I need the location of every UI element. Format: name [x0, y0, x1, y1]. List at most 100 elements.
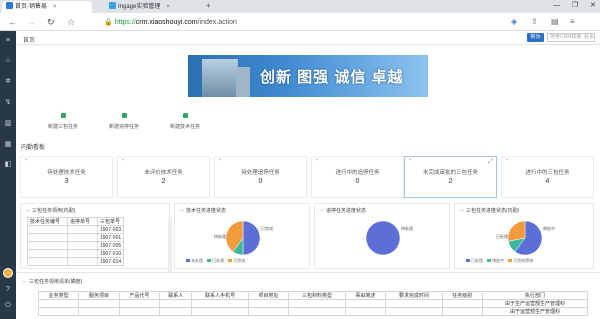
kpi-card[interactable]: “ ⤢ 未完成审批的三包任务 2: [404, 156, 497, 198]
warranty-progress-chart-panel: — 三包任务进度状态(内勤) 已处理 审批中 已处理 审批中 已完成等待: [454, 203, 594, 269]
quick-action-new-tech[interactable]: 新建技术任务: [155, 113, 215, 130]
kpi-card[interactable]: “ 待处理追停任务 0: [214, 156, 307, 198]
help-icon[interactable]: ?: [4, 286, 12, 293]
quick-action-label: 新建追停任务: [108, 124, 139, 130]
reload-icon[interactable]: ↻: [47, 16, 55, 28]
table-row[interactable]: 1907-003: [27, 225, 125, 234]
pie-label: 待处理: [214, 233, 226, 239]
table-row[interactable]: 1907-001: [27, 233, 125, 242]
quote-icon: “: [122, 159, 124, 165]
new-tab-button[interactable]: +: [206, 1, 211, 10]
pie-slice[interactable]: [507, 220, 526, 242]
column-header[interactable]: 任务级别: [441, 291, 483, 300]
url-scheme: https://: [114, 19, 136, 26]
panel-title: — 技术任务进度状态: [179, 208, 227, 214]
quick-action-new-warranty[interactable]: 新建三包任务: [33, 113, 93, 130]
table-row[interactable]: 1907-014: [27, 257, 125, 266]
quick-action-new-chase[interactable]: 新建追停任务: [94, 113, 154, 130]
quote-icon: “: [506, 159, 508, 165]
close-window-icon[interactable]: ✕: [590, 0, 596, 12]
url-path: /index.action: [197, 19, 237, 26]
pie-slice[interactable]: [365, 220, 401, 256]
report-icon[interactable]: ▦: [4, 141, 12, 148]
banner-building-image: [202, 59, 238, 97]
quote-icon: “: [219, 159, 221, 165]
tech-progress-pie: 待处理 已完成: [214, 220, 273, 256]
search-input[interactable]: 搜索CRM数据, 联系人: [547, 33, 595, 42]
back-icon[interactable]: ←: [8, 16, 17, 28]
table-row[interactable]: 1907-005: [27, 241, 125, 250]
minimize-icon[interactable]: —: [553, 0, 560, 12]
quote-icon: “: [25, 159, 27, 165]
table-row[interactable]: 1907-010: [27, 249, 125, 258]
share-icon[interactable]: ⇪: [531, 17, 538, 26]
close-tab-icon[interactable]: ×: [166, 4, 170, 10]
bookmark-star-icon[interactable]: ☆: [67, 16, 75, 28]
chart-legend: 未处理 已处理 已完成: [183, 258, 245, 264]
kpi-card[interactable]: “ 进行中的追停任务 0: [311, 156, 404, 198]
pie-slice[interactable]: [242, 220, 261, 256]
pie-label: 待处理: [401, 225, 413, 231]
banner-building-image: [236, 67, 250, 97]
scrollbar[interactable]: [168, 217, 172, 275]
column-header[interactable]: 联系人手机号: [191, 291, 249, 300]
url-host: crm.xiaoshouyi.com: [135, 19, 198, 26]
breadcrumb[interactable]: 首页: [23, 35, 35, 44]
power-icon[interactable]: ⏻: [4, 302, 12, 309]
site-favicon-icon: [6, 2, 13, 9]
column-header[interactable]: 三包单号: [96, 217, 125, 226]
column-header[interactable]: 执行部门: [481, 291, 589, 300]
warranty-task-table: 业务类型 服务项目 产品代号 联系人 联系人手机号 项目地址 三包材料类型 事由…: [37, 291, 589, 316]
kpi-label: 未完成审批的三包任务: [422, 170, 478, 176]
kpi-value: 2: [448, 178, 453, 185]
warranty-progress-pie: 已处理 审批中: [496, 220, 555, 256]
warranty-task-list-panel: — 三包任务领用清单(确度) 业务类型 服务项目 产品代号 联系人 联系人手机号 …: [16, 272, 600, 319]
address-bar: ← → ↻ ☆ 🔒 https://crm.xiaoshouyi.com/inde…: [0, 13, 600, 31]
quote-icon: “: [316, 159, 318, 165]
timeline-icon[interactable]: ↯: [4, 99, 12, 106]
app-icon[interactable]: ◧: [4, 161, 12, 168]
shield-icon[interactable]: ◈: [511, 17, 517, 26]
company-banner: 创新 图强 诚信 卓越: [188, 55, 428, 97]
forward-icon[interactable]: →: [27, 16, 36, 28]
column-header[interactable]: 三包材料类型: [288, 291, 346, 300]
close-tab-icon[interactable]: ×: [53, 4, 57, 10]
avatar[interactable]: [3, 268, 13, 278]
column-header[interactable]: 项目地址: [247, 291, 290, 300]
panel-title: — 三包任务领用(内勤): [25, 208, 76, 214]
kpi-value: 0: [355, 178, 360, 185]
expand-icon[interactable]: ⤢: [488, 159, 493, 166]
chase-progress-chart-panel: — 追停任务进度状态 待处理: [314, 203, 450, 269]
menu-icon[interactable]: ≡: [570, 17, 575, 26]
panel-title: — 三包任务领用清单(确度): [22, 279, 83, 285]
site-favicon-icon: [109, 2, 116, 9]
column-header[interactable]: 追停单号: [67, 217, 98, 226]
tab-ingage[interactable]: Ingage实验管理 ×: [105, 1, 200, 13]
tech-task-panel: — 三包任务领用(内勤) 技术任务编号 追停单号 三包单号 1907-003 19…: [20, 203, 172, 275]
column-header[interactable]: 事由简述: [344, 291, 387, 300]
quote-icon: “: [409, 159, 411, 165]
home-icon[interactable]: ⌂: [4, 57, 12, 64]
settings-icon[interactable]: ✲: [4, 78, 12, 85]
column-header[interactable]: 技术任务编号: [27, 217, 68, 226]
kpi-card[interactable]: “ 未评价技术任务 2: [117, 156, 210, 198]
panel-title: — 追停任务进度状态: [319, 208, 367, 214]
column-header[interactable]: 要求完成时间: [385, 291, 443, 300]
column-header[interactable]: 联系人: [159, 291, 193, 300]
new-feature-button[interactable]: 新功: [527, 33, 544, 42]
reader-icon[interactable]: ▤: [551, 17, 559, 26]
maximize-icon[interactable]: ❐: [572, 0, 578, 12]
table-row[interactable]: 由于生产运营部生产管理科: [37, 299, 589, 308]
tab-home[interactable]: 首页-销售易 ×: [2, 1, 92, 13]
table-row[interactable]: 由于运营部生产管理科: [37, 307, 589, 316]
chart-icon[interactable]: ▥: [4, 120, 12, 127]
kpi-card[interactable]: “ 待处理技术任务 3: [20, 156, 113, 198]
add-icon: [121, 113, 127, 118]
column-header[interactable]: 服务项目: [78, 291, 120, 300]
menu-toggle-icon[interactable]: ≡: [4, 37, 12, 44]
url-field[interactable]: 🔒 https://crm.xiaoshouyi.com/index.action: [104, 18, 237, 26]
lock-icon: 🔒: [104, 19, 113, 26]
column-header[interactable]: 业务类型: [37, 291, 80, 300]
kpi-card[interactable]: “ 进行中的三包任务 4: [501, 156, 594, 198]
column-header[interactable]: 产品代号: [118, 291, 161, 300]
